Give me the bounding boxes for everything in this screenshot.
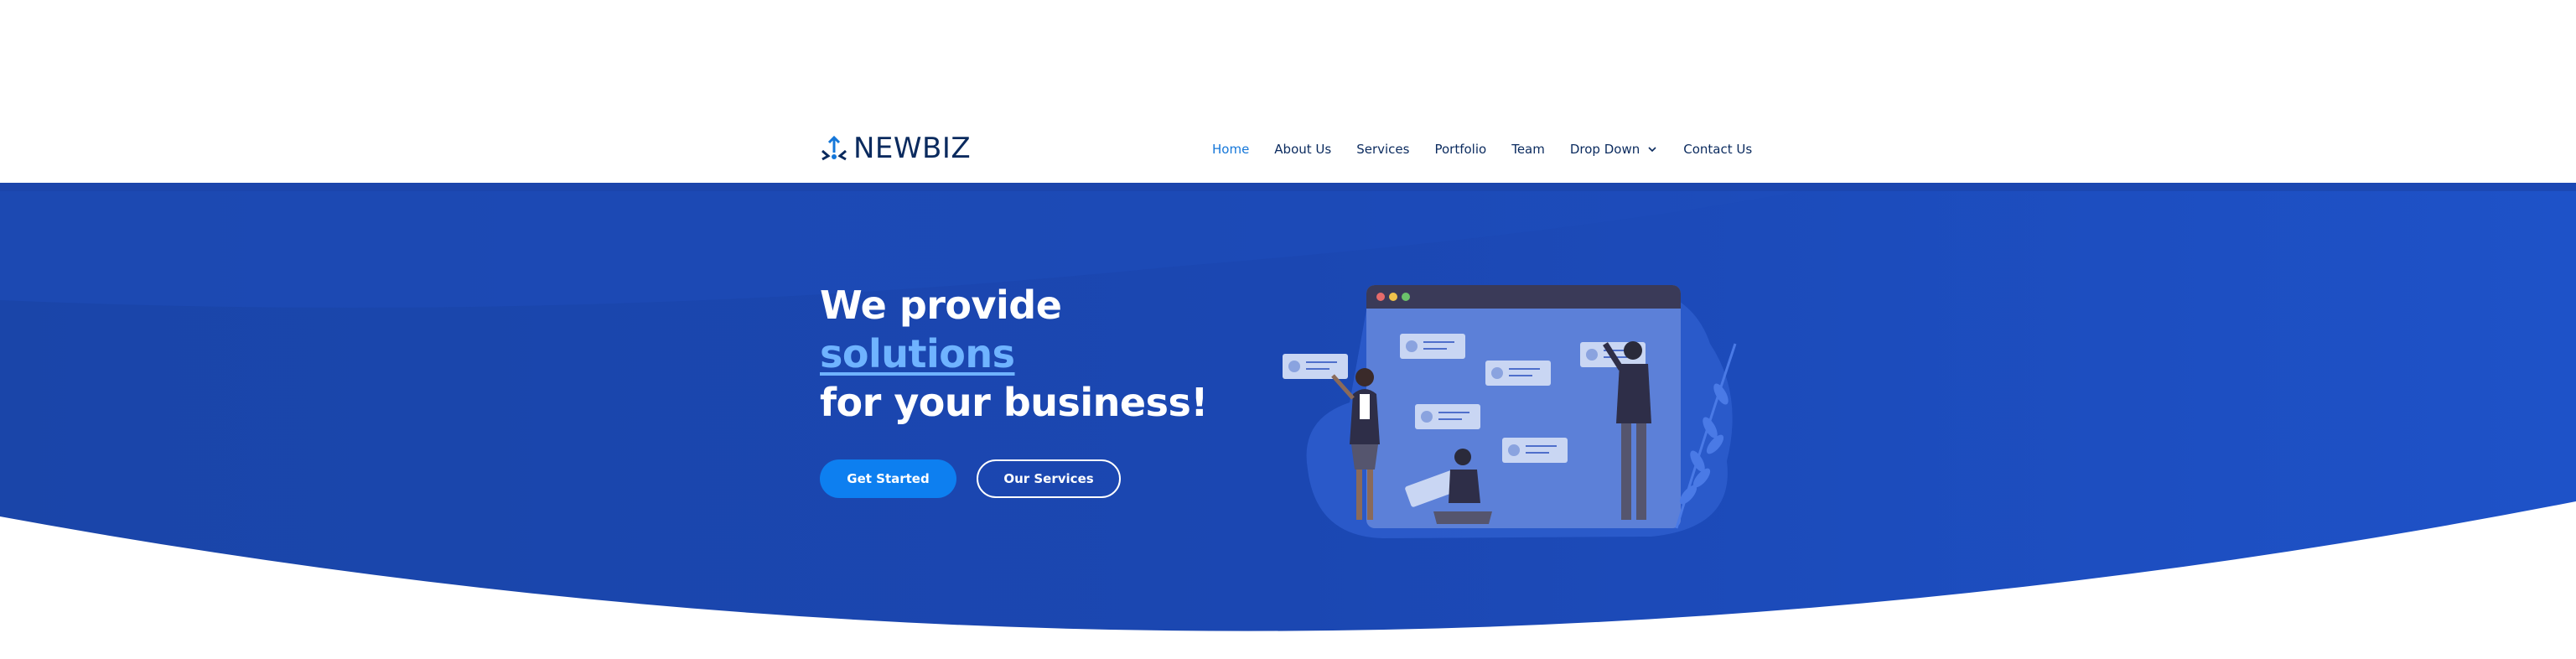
brand-logo[interactable]: NEWBIZ xyxy=(820,132,971,165)
logo-icon xyxy=(822,135,847,161)
headline-line-1: We provide xyxy=(820,283,1062,328)
window-close-dot xyxy=(1376,293,1385,301)
nav-contact-us[interactable]: Contact Us xyxy=(1683,142,1752,157)
main-nav: Home About Us Services Portfolio Team Dr… xyxy=(1212,137,1752,162)
window-min-dot xyxy=(1389,293,1397,301)
nav-drop-down-label: Drop Down xyxy=(1569,142,1640,157)
chevron-down-icon xyxy=(1648,147,1656,153)
headline-accent[interactable]: solutions xyxy=(820,330,1208,378)
nav-drop-down[interactable]: Drop Down xyxy=(1570,142,1658,157)
nav-portfolio[interactable]: Portfolio xyxy=(1434,142,1486,157)
nav-home[interactable]: Home xyxy=(1212,142,1249,157)
hero-headline: We provide solutions for your business! xyxy=(820,281,1208,427)
headline-line-3: for your business! xyxy=(820,380,1208,425)
nav-team[interactable]: Team xyxy=(1511,142,1545,157)
our-services-button[interactable]: Our Services xyxy=(977,459,1121,498)
window-max-dot xyxy=(1402,293,1410,301)
site-header: NEWBIZ Home About Us Services Portfolio … xyxy=(0,0,2576,183)
hero-illustration xyxy=(1283,285,1737,538)
get-started-button[interactable]: Get Started xyxy=(820,459,956,498)
nav-about-us[interactable]: About Us xyxy=(1274,142,1331,157)
nav-services[interactable]: Services xyxy=(1356,142,1409,157)
brand-name: NEWBIZ xyxy=(853,132,972,165)
